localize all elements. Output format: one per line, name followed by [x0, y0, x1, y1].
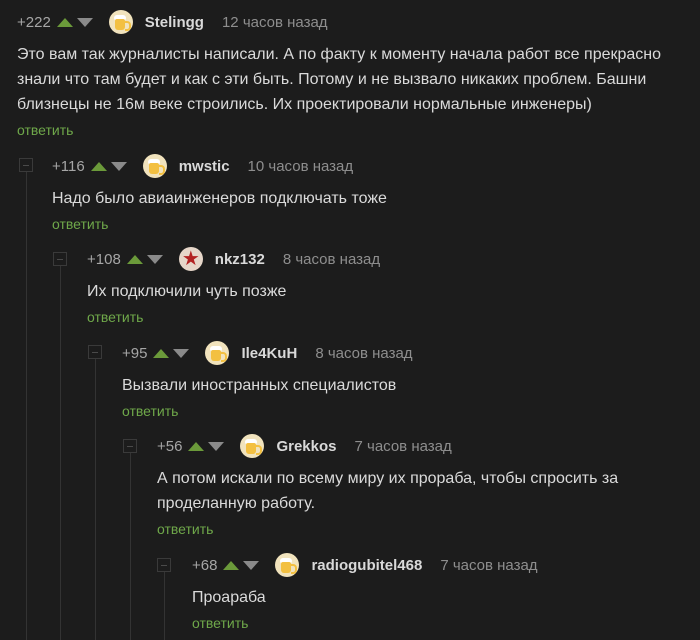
avatar[interactable] — [205, 341, 230, 365]
avatar[interactable]: ★ — [178, 247, 203, 271]
collapse-toggle[interactable] — [157, 558, 171, 572]
reply-link[interactable]: ответить — [192, 615, 248, 631]
comment-header: +95 Ile4KuH 8 часов назад — [122, 339, 700, 367]
comment-header: +68 radiogubitel468 7 часов назад — [192, 551, 700, 579]
avatar[interactable] — [275, 553, 300, 577]
comment: +56 Grekkos 7 часов назад А потом искали… — [157, 432, 700, 539]
comment-time[interactable]: 12 часов назад — [222, 14, 328, 31]
collapse-toggle[interactable] — [53, 252, 67, 266]
avatar[interactable] — [142, 154, 167, 178]
username[interactable]: radiogubitel468 — [311, 557, 422, 574]
reply-link[interactable]: ответить — [52, 216, 108, 232]
downvote-icon[interactable] — [110, 161, 127, 171]
thread-line — [164, 572, 165, 640]
username[interactable]: mwstic — [179, 158, 230, 175]
username[interactable]: nkz132 — [215, 251, 265, 268]
star-icon: ★ — [181, 248, 200, 270]
comment-time[interactable]: 10 часов назад — [248, 158, 354, 175]
comment-rating: +68 — [192, 556, 218, 574]
comment-text: Их подключили чуть позже — [87, 283, 287, 300]
username[interactable]: Stelingg — [145, 14, 204, 31]
comment-text: Вызвали иностранных специалистов — [122, 377, 397, 394]
comment: +116 mwstic 10 часов назад Надо было ави… — [52, 152, 700, 234]
reply-link[interactable]: ответить — [157, 521, 213, 537]
avatar[interactable] — [240, 434, 265, 458]
upvote-icon[interactable] — [188, 441, 205, 451]
comment: +222 Stelingg 12 часов назад Это вам так… — [17, 8, 700, 140]
upvote-icon[interactable] — [223, 560, 240, 570]
comment: +108 ★ nkz132 8 часов назад Их подключил… — [87, 245, 700, 327]
comment-rating: +56 — [157, 437, 183, 455]
collapse-toggle[interactable] — [19, 158, 33, 172]
comment: +95 Ile4KuH 8 часов назад Вызвали иностр… — [122, 339, 700, 421]
comment-time[interactable]: 8 часов назад — [315, 345, 412, 362]
comment-time[interactable]: 7 часов назад — [355, 438, 452, 455]
username[interactable]: Ile4KuH — [241, 345, 297, 362]
comment-header: +116 mwstic 10 часов назад — [52, 152, 700, 180]
comment-text: Надо было авиаинженеров подключать тоже — [52, 190, 387, 207]
downvote-icon[interactable] — [146, 254, 163, 264]
thread-line — [95, 359, 96, 640]
comment: +68 radiogubitel468 7 часов назад Проара… — [192, 551, 700, 633]
collapse-toggle[interactable] — [88, 345, 102, 359]
comment-header: +222 Stelingg 12 часов назад — [17, 8, 700, 36]
thread-line — [26, 172, 27, 640]
comment-header: +108 ★ nkz132 8 часов назад — [87, 245, 700, 273]
comment-text: Это вам так журналисты написали. А по фа… — [17, 46, 662, 113]
comment-rating: +116 — [52, 157, 85, 175]
comment-header: +56 Grekkos 7 часов назад — [157, 432, 700, 460]
comment-text: А потом искали по всему миру их прораба,… — [157, 470, 619, 512]
username[interactable]: Grekkos — [276, 438, 336, 455]
upvote-icon[interactable] — [153, 348, 170, 358]
comment-rating: +108 — [87, 250, 121, 268]
comment-thread: +222 Stelingg 12 часов назад Это вам так… — [0, 0, 700, 640]
comment-text: Проараба — [192, 589, 266, 606]
reply-link[interactable]: ответить — [122, 403, 178, 419]
collapse-toggle[interactable] — [123, 439, 137, 453]
downvote-icon[interactable] — [173, 348, 190, 358]
upvote-icon[interactable] — [126, 254, 143, 264]
comment-time[interactable]: 7 часов назад — [440, 557, 537, 574]
upvote-icon[interactable] — [56, 17, 73, 27]
reply-link[interactable]: ответить — [17, 122, 73, 138]
downvote-icon[interactable] — [243, 560, 260, 570]
thread-line — [130, 453, 131, 640]
downvote-icon[interactable] — [208, 441, 225, 451]
downvote-icon[interactable] — [76, 17, 93, 27]
avatar[interactable] — [108, 10, 133, 34]
comment-time[interactable]: 8 часов назад — [283, 251, 380, 268]
thread-line — [60, 266, 61, 640]
comment-rating: +95 — [122, 344, 148, 362]
comment-rating: +222 — [17, 13, 51, 31]
upvote-icon[interactable] — [90, 161, 107, 171]
reply-link[interactable]: ответить — [87, 309, 143, 325]
